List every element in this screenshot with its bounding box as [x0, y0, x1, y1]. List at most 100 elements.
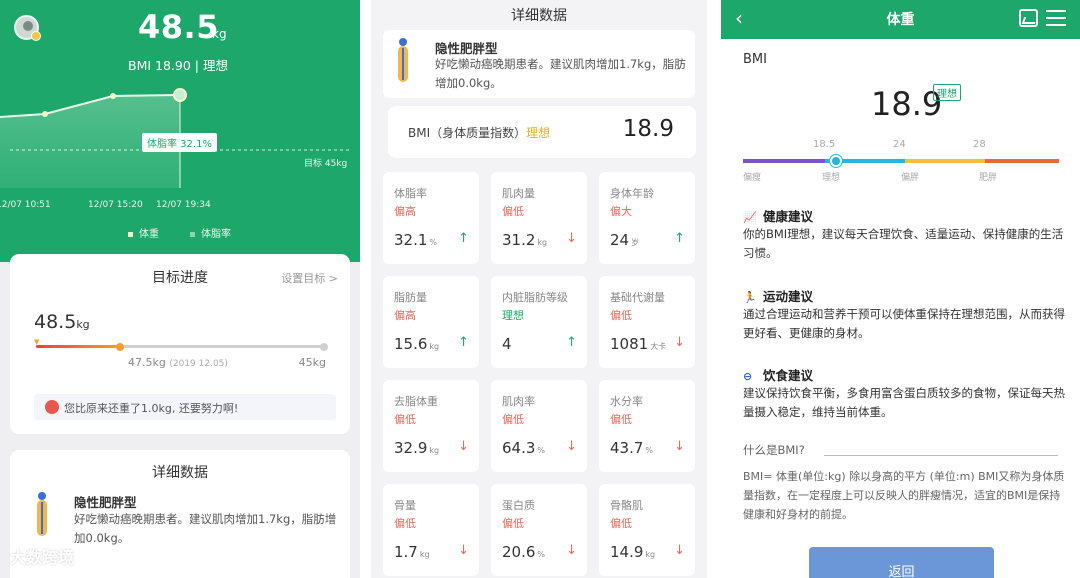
menu-icon[interactable] [1046, 10, 1066, 26]
arrow-down-icon: ↓ [674, 335, 685, 350]
arrow-down-icon: ↓ [566, 439, 577, 454]
metric-unit: % [645, 446, 654, 455]
bmi-big-value: 18.9 [871, 85, 943, 123]
arrow-up-icon: ↑ [674, 231, 685, 246]
bmi-card[interactable]: BMI（身体质量指数）理想 18.9 [388, 106, 696, 158]
scale-label: 肥胖 [979, 173, 998, 183]
metric-number: 1081 [610, 335, 649, 353]
body-type-desc: 好吃懒动癌晚期患者。建议肌肉增加1.7kg，脂肪增加0.0kg。 [435, 57, 686, 90]
goal-progress-card: 目标进度 设置目标 > 48.5kg ▼ 47.5kg (2019 12.05)… [10, 254, 350, 434]
metric-card[interactable]: 内脏脂肪等级 理想 4 ↑ [491, 276, 587, 368]
metric-card[interactable]: 肌肉率 偏低 64.3% ↓ [491, 380, 587, 472]
back-button[interactable]: 返回 [809, 547, 994, 578]
progress-start-dot [116, 342, 125, 351]
metric-value: 1081 大卡 [610, 335, 666, 353]
detail-panel: 详细数据 隐性肥胖型 好吃懒动癌晚期患者。建议肌肉增加1.7kg，脂肪增加0.0… [371, 0, 707, 578]
metric-value: 64.3% [502, 439, 545, 457]
metric-value: 24 岁 [610, 231, 639, 249]
legend-label: 体重 [139, 229, 159, 240]
metric-unit: kg [429, 342, 440, 351]
metric-name: 骨骼肌 [610, 499, 643, 512]
metric-status: 偏低 [610, 517, 632, 530]
body-figure-icon [30, 492, 54, 542]
x-tick-label: 12/07 19:34 [156, 200, 211, 210]
scale-label: 理想 [822, 173, 841, 183]
scale-segment-obese [985, 159, 1059, 163]
scale-label: 偏胖 [901, 173, 920, 183]
metric-value: 31.2 kg [502, 231, 547, 249]
progress-goal-dot [320, 342, 328, 351]
bmi-definition: BMI= 体重(单位:kg) 除以身高的平方 (单位:m) BMI又称为身体质量… [743, 470, 1065, 521]
health-advice-text: 你的BMI理想，建议每天合理饮食、适量运动、保持健康的生活习惯。 [743, 227, 1064, 260]
body-type-desc: 好吃懒动癌晚期患者。建议肌肉增加1.7kg，脂肪增加0.0kg。 [74, 512, 337, 545]
metric-unit: % [429, 238, 438, 247]
metric-card[interactable]: 蛋白质 偏低 20.6% ↓ [491, 484, 587, 576]
arrow-down-icon: ↓ [674, 543, 685, 558]
start-weight-date: (2019 12.05) [169, 359, 228, 369]
metric-value: 4 [502, 335, 514, 353]
divider [824, 455, 1058, 456]
health-title-text: 健康建议 [763, 209, 814, 224]
metric-status: 偏低 [610, 413, 632, 426]
running-icon: 🏃 [743, 291, 757, 304]
legend-label: 体脂率 [201, 229, 231, 240]
body-type-title: 隐性肥胖型 [74, 495, 137, 510]
arrow-up-icon: ↑ [566, 335, 577, 350]
metrics-grid: 体脂率 偏高 32.1% ↑ 肌肉量 偏低 31.2 kg ↓ 身体年龄 偏大 24 岁 ↑ 脂肪量 偏高 15… [383, 172, 695, 576]
legend-swatch [128, 231, 133, 237]
trend-chart-icon[interactable] [1019, 9, 1038, 27]
metric-card[interactable]: 体脂率 偏高 32.1% ↑ [383, 172, 479, 264]
page-title: 详细数据 [511, 8, 567, 24]
metric-card[interactable]: 水分率 偏低 43.7% ↓ [599, 380, 695, 472]
metric-card[interactable]: 骨骼肌 偏低 14.9 kg ↓ [599, 484, 695, 576]
card-title: 详细数据 [152, 465, 208, 481]
arrow-down-icon: ↓ [458, 543, 469, 558]
metric-number: 4 [502, 335, 512, 353]
metric-value: 32.9 kg [394, 439, 439, 457]
metric-card[interactable]: 脂肪量 偏高 15.6 kg ↑ [383, 276, 479, 368]
weight-value: 48.5 [138, 8, 219, 46]
metric-card[interactable]: 去脂体重 偏低 32.9 kg ↓ [383, 380, 479, 472]
current-weight-value: 48.5 [34, 311, 77, 333]
progress-tip-text: 您比原来还重了1.0kg, 还要努力啊! [64, 402, 239, 415]
metric-name: 去脂体重 [394, 395, 438, 408]
bmi-status-tag: 理想 [526, 126, 551, 140]
metric-number: 31.2 [502, 231, 536, 249]
metric-number: 15.6 [394, 335, 428, 353]
metric-name: 身体年龄 [610, 187, 654, 200]
home-panel: 48.5 kg BMI 18.90 | 理想 体脂率 32.1% 目标 45kg… [0, 0, 360, 578]
metric-name: 脂肪量 [394, 291, 427, 304]
metric-number: 43.7 [610, 439, 644, 457]
set-goal-link[interactable]: 设置目标 > [281, 270, 338, 286]
metric-unit: 大卡 [650, 342, 667, 351]
metric-name: 体脂率 [394, 187, 427, 200]
metric-name: 肌肉量 [502, 187, 535, 200]
metric-card[interactable]: 骨量 偏低 1.7 kg ↓ [383, 484, 479, 576]
sport-title-text: 运动建议 [763, 289, 814, 304]
metric-unit: kg [429, 446, 440, 455]
progress-fill [36, 345, 121, 348]
metric-value: 1.7 kg [394, 543, 430, 561]
scale-segment-overweight [905, 159, 985, 163]
body-type-card: 隐性肥胖型 好吃懒动癌晚期患者。建议肌肉增加1.7kg，脂肪增加0.0kg。 [383, 30, 695, 98]
metric-unit: kg [537, 238, 548, 247]
metric-number: 32.1 [394, 231, 428, 249]
metric-card[interactable]: 身体年龄 偏大 24 岁 ↑ [599, 172, 695, 264]
scale-segment-underweight [743, 159, 825, 163]
metric-status: 偏低 [502, 517, 524, 530]
metric-card[interactable]: 肌肉量 偏低 31.2 kg ↓ [491, 172, 587, 264]
scale-label: 偏瘦 [743, 173, 762, 183]
metric-status: 理想 [502, 309, 524, 322]
metric-status: 偏低 [502, 205, 524, 218]
diet-advice-title: ⊖ 饮食建议 [743, 365, 813, 384]
bmi-label-text: BMI（身体质量指数） [408, 126, 527, 140]
metric-name: 蛋白质 [502, 499, 535, 512]
metric-card[interactable]: 基础代谢量 偏低 1081 大卡 ↓ [599, 276, 695, 368]
bmi-status-tag: 理想 [933, 84, 961, 101]
metric-status: 偏低 [394, 413, 416, 426]
x-tick-label: 12/07 15:20 [88, 200, 143, 210]
arrow-down-icon: ↓ [566, 543, 577, 558]
x-tick-label: 12/07 10:51 [0, 200, 51, 210]
current-weight: 48.5kg [34, 311, 90, 333]
metric-number: 14.9 [610, 543, 644, 561]
